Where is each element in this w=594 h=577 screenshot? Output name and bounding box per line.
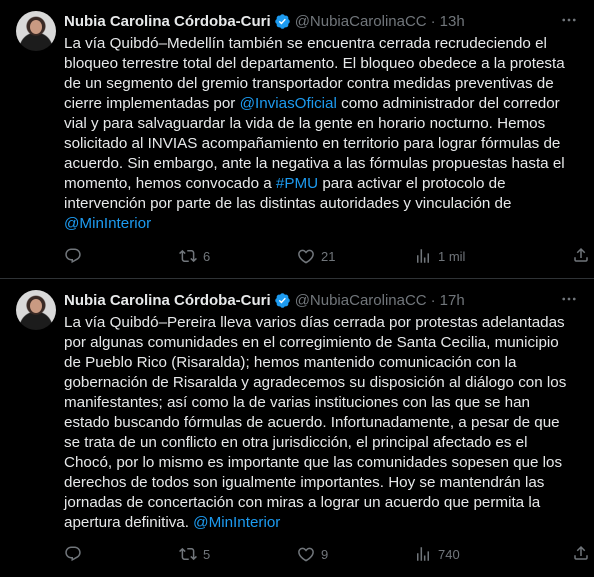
- tweet-text: La vía Quibdó–Medellín también se encuen…: [64, 34, 578, 234]
- avatar[interactable]: [16, 290, 56, 330]
- mention-mininterior[interactable]: @MinInterior: [193, 514, 280, 531]
- views-button[interactable]: 1 mil: [414, 247, 465, 265]
- views-icon: [417, 249, 429, 263]
- timestamp[interactable]: 13h: [440, 13, 465, 30]
- tweet-2[interactable]: Nubia Carolina Córdoba-Curi @NubiaCaroli…: [0, 279, 594, 576]
- hashtag-pmu[interactable]: #PMU: [276, 175, 318, 192]
- like-icon: [298, 249, 314, 264]
- more-icon[interactable]: [560, 290, 578, 313]
- view-count: 740: [438, 546, 460, 562]
- author-name[interactable]: Nubia Carolina Córdoba-Curi: [64, 13, 271, 30]
- tweet-actions: 6 21 1 mil: [0, 246, 594, 266]
- separator-dot: ·: [430, 291, 436, 309]
- tweet-text: La vía Quibdó–Pereira lleva varios días …: [64, 313, 578, 533]
- author-name[interactable]: Nubia Carolina Córdoba-Curi: [64, 292, 271, 309]
- retweet-count: 6: [203, 248, 211, 264]
- tweet-header: Nubia Carolina Córdoba-Curi @NubiaCaroli…: [64, 10, 578, 32]
- share-button[interactable]: [572, 544, 590, 565]
- like-count: 21: [321, 248, 336, 264]
- view-count: 1 mil: [438, 248, 466, 264]
- share-button[interactable]: [572, 246, 590, 267]
- timestamp[interactable]: 17h: [440, 292, 465, 309]
- tweet-1[interactable]: Nubia Carolina Córdoba-Curi @NubiaCaroli…: [0, 0, 594, 279]
- like-icon: [298, 547, 314, 562]
- like-button[interactable]: 21: [297, 247, 335, 265]
- separator-dot: ·: [430, 12, 436, 30]
- avatar[interactable]: [16, 11, 56, 51]
- tweet-header: Nubia Carolina Córdoba-Curi @NubiaCaroli…: [64, 289, 578, 311]
- retweet-icon: [179, 547, 197, 561]
- mention-mininterior[interactable]: @MinInterior: [64, 215, 151, 232]
- retweet-button[interactable]: 5: [179, 545, 210, 563]
- views-button[interactable]: 740: [414, 545, 460, 563]
- views-icon: [417, 547, 429, 561]
- reply-button[interactable]: [64, 247, 88, 265]
- like-button[interactable]: 9: [297, 545, 328, 563]
- retweet-count: 5: [203, 546, 211, 562]
- like-count: 9: [321, 546, 329, 562]
- retweet-button[interactable]: 6: [179, 247, 210, 265]
- author-handle[interactable]: @NubiaCarolinaCC: [295, 292, 427, 309]
- share-icon: [574, 545, 588, 560]
- verified-badge-icon: [274, 292, 290, 308]
- text-segment: La vía Quibdó–Pereira lleva varios días …: [64, 314, 567, 531]
- verified-badge-icon: [274, 13, 290, 29]
- reply-icon: [65, 248, 81, 264]
- share-icon: [574, 247, 588, 262]
- more-icon[interactable]: [560, 11, 578, 34]
- mention-invias[interactable]: @InviasOficial: [240, 95, 337, 112]
- reply-icon: [65, 546, 81, 562]
- tweet-actions: 5 9 740: [0, 544, 594, 564]
- reply-button[interactable]: [64, 545, 88, 563]
- retweet-icon: [179, 249, 197, 263]
- author-handle[interactable]: @NubiaCarolinaCC: [295, 13, 427, 30]
